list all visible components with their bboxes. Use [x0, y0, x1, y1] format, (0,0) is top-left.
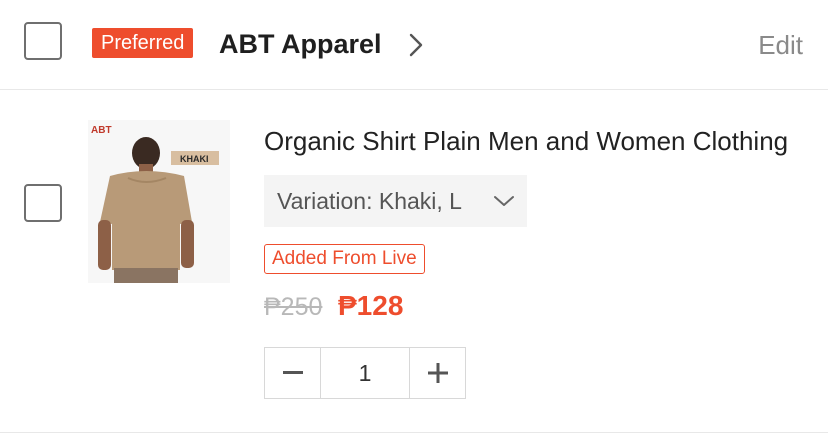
shop-header: Preferred ABT Apparel Edit: [0, 0, 828, 90]
variation-dropdown[interactable]: Variation: Khaki, L: [264, 175, 527, 227]
item-select-checkbox[interactable]: [24, 184, 62, 222]
variation-label: Variation: Khaki, L: [277, 188, 462, 214]
chevron-right-icon[interactable]: [408, 32, 424, 58]
preferred-badge: Preferred: [92, 28, 194, 58]
shop-select-checkbox[interactable]: [24, 22, 62, 60]
chevron-down-icon: [494, 196, 514, 206]
sale-price: ₱128: [338, 290, 404, 321]
khaki-label: KHAKI: [180, 154, 209, 164]
product-thumbnail[interactable]: ABT KHAKI: [88, 120, 230, 283]
added-from-live-tag: Added From Live: [264, 244, 425, 274]
quantity-stepper: 1: [264, 347, 466, 399]
shop-name[interactable]: ABT Apparel: [219, 27, 382, 61]
quantity-value[interactable]: 1: [320, 348, 410, 398]
divider: [0, 432, 828, 433]
decrease-button[interactable]: [265, 348, 320, 398]
edit-button[interactable]: Edit: [758, 28, 803, 62]
minus-icon: [282, 371, 303, 374]
plus-icon: [427, 363, 448, 383]
increase-button[interactable]: [410, 348, 465, 398]
product-title[interactable]: Organic Shirt Plain Men and Women Clothi…: [264, 124, 804, 158]
original-price: ₱250: [264, 293, 323, 321]
brand-logo: ABT: [91, 125, 112, 136]
